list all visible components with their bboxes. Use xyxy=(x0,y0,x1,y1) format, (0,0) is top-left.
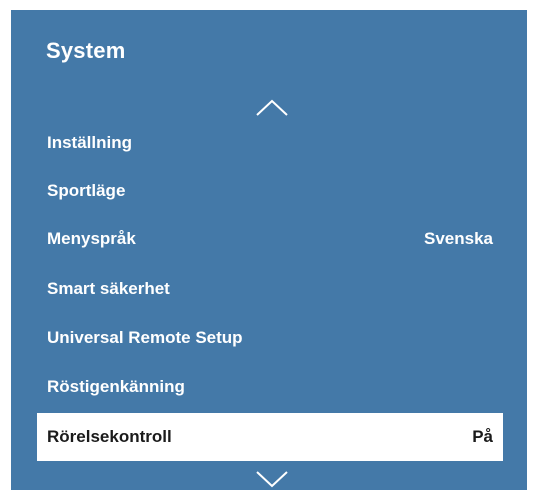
menu-item-value: På xyxy=(472,427,493,446)
system-menu-panel: System Inställning Sportläge Menyspråk S… xyxy=(11,10,527,490)
menu-item-label: Universal Remote Setup xyxy=(47,328,243,347)
menu-item-menysprak[interactable]: Menyspråk Svenska xyxy=(37,215,503,263)
menu-item-installning[interactable]: Inställning xyxy=(37,119,503,167)
menu-item-label: Menyspråk xyxy=(47,229,136,248)
menu-item-label: Röstigenkänning xyxy=(47,377,185,396)
menu-item-label: Sportläge xyxy=(47,181,126,200)
menu-item-rostigenkanning[interactable]: Röstigenkänning xyxy=(37,363,503,411)
menu-item-smart-sakerhet[interactable]: Smart säkerhet xyxy=(37,265,503,313)
menu-item-universal-remote-setup[interactable]: Universal Remote Setup xyxy=(37,314,503,362)
menu-item-rorelsekontroll[interactable]: Rörelsekontroll På xyxy=(37,413,503,461)
menu-item-label: Inställning xyxy=(47,133,132,152)
chevron-down-icon[interactable] xyxy=(255,470,289,488)
chevron-up-icon[interactable] xyxy=(255,99,289,117)
menu-title: System xyxy=(46,38,126,63)
menu-item-value: Svenska xyxy=(424,229,493,248)
menu-item-label: Smart säkerhet xyxy=(47,279,170,298)
menu-item-label: Rörelsekontroll xyxy=(47,427,172,446)
menu-item-sportlage[interactable]: Sportläge xyxy=(37,167,503,215)
